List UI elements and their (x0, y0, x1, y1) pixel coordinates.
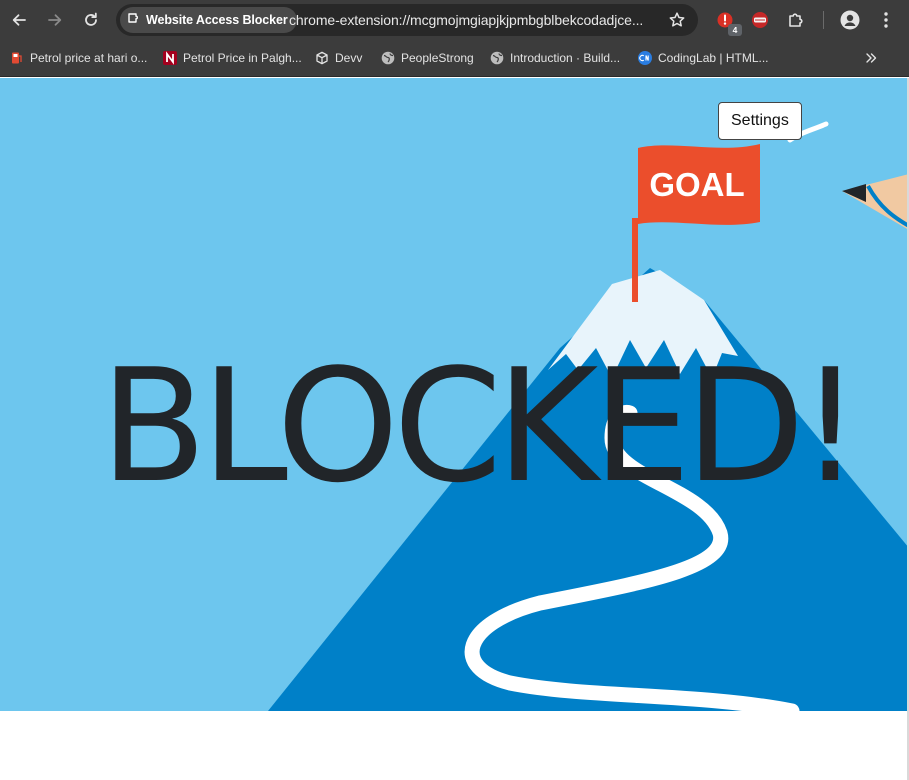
forward-icon[interactable] (41, 6, 69, 34)
extension-badge: 4 (728, 24, 742, 36)
bookmark-item[interactable]: Devv (315, 48, 362, 68)
menu-icon[interactable] (872, 6, 900, 34)
more-bookmarks-chevron-icon[interactable] (860, 48, 882, 68)
extension-icon[interactable]: 4 (711, 6, 742, 36)
toolbar-separator (823, 11, 824, 29)
address-bar[interactable]: Website Access Blocker chrome-extension:… (116, 4, 698, 36)
bookmark-item[interactable]: Introduction · Build... (490, 48, 620, 68)
bookmark-item[interactable]: Petrol price at hari o... (10, 48, 147, 68)
reload-icon[interactable] (77, 6, 105, 34)
flag-pole (632, 218, 638, 302)
extension-icon[interactable] (746, 6, 774, 34)
url-text[interactable]: chrome-extension://mcgmojmgiapjkjpmbgblb… (289, 12, 659, 28)
site-info-chip[interactable]: Website Access Blocker (120, 7, 297, 33)
site-name: Website Access Blocker (146, 13, 288, 27)
fuel-icon (10, 51, 24, 65)
bookmarks-bar: Petrol price at hari o... Petrol Price i… (0, 40, 909, 77)
extensions-puzzle-icon[interactable] (782, 6, 810, 34)
extension-page-icon (127, 11, 141, 30)
blocked-page: GOAL BLOCKED! Settings (0, 78, 909, 780)
globe-icon (490, 51, 504, 65)
settings-button[interactable]: Settings (718, 102, 802, 140)
back-icon[interactable] (5, 6, 33, 34)
browser-toolbar: Website Access Blocker chrome-extension:… (0, 0, 909, 40)
globe-icon (381, 51, 395, 65)
n-logo-icon (163, 51, 177, 65)
bookmark-star-icon[interactable] (663, 6, 691, 34)
blocked-heading: BLOCKED! (100, 335, 862, 517)
bookmark-item[interactable]: Petrol Price in Palgh... (163, 48, 302, 68)
codinglab-icon (638, 51, 652, 65)
bookmark-item[interactable]: PeopleStrong (381, 48, 474, 68)
flag-text: GOAL (649, 166, 744, 203)
cube-icon (315, 51, 329, 65)
profile-icon[interactable] (836, 6, 864, 34)
bookmark-item[interactable]: CodingLab | HTML... (638, 48, 769, 68)
